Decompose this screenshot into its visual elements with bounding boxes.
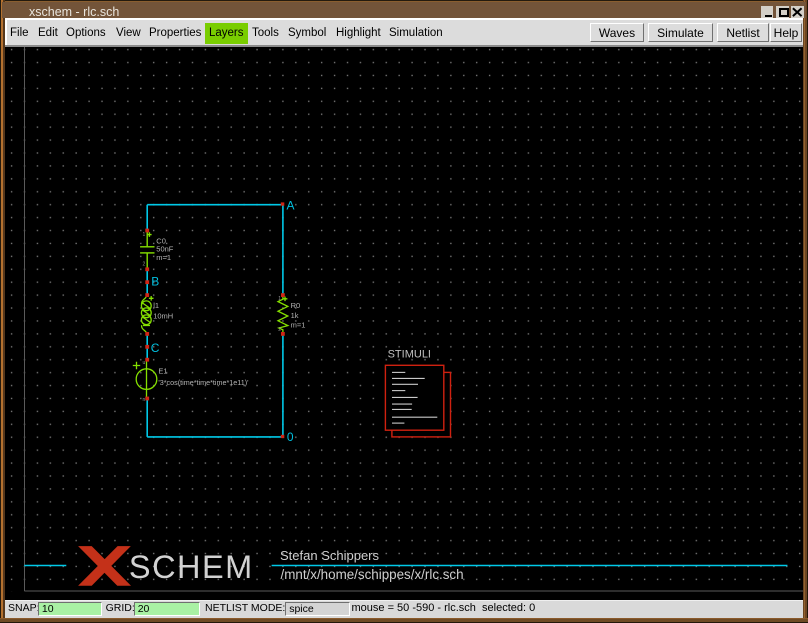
svg-text:1: 1 xyxy=(143,232,146,238)
svg-text:/mnt/x/home/schippes/x/rlc.sch: /mnt/x/home/schippes/x/rlc.sch xyxy=(281,567,464,582)
svg-text:m=1: m=1 xyxy=(291,320,306,329)
svg-text:m=1: m=1 xyxy=(156,253,171,262)
svg-text:1: 1 xyxy=(278,296,281,302)
svg-text:1k: 1k xyxy=(291,311,299,320)
svg-text:l1: l1 xyxy=(153,301,159,310)
svg-text:10mH: 10mH xyxy=(153,311,173,320)
svg-text:E1: E1 xyxy=(158,366,167,375)
svg-text:SCHEM: SCHEM xyxy=(129,549,254,585)
svg-text:Stefan Schippers: Stefan Schippers xyxy=(280,548,380,563)
svg-text:A: A xyxy=(287,198,295,212)
svg-text:u: u xyxy=(143,360,146,366)
svg-text:B: B xyxy=(151,275,159,289)
svg-text:n: n xyxy=(143,397,146,403)
svg-text:STIMULI: STIMULI xyxy=(388,349,431,361)
svg-text:2: 2 xyxy=(143,262,146,268)
svg-text:C: C xyxy=(151,341,160,355)
svg-text:R0: R0 xyxy=(291,301,301,310)
svg-text:0: 0 xyxy=(287,430,294,444)
svg-text:'3*cos(time*time*time*1e11)': '3*cos(time*time*time*1e11)' xyxy=(158,378,249,387)
svg-text:2: 2 xyxy=(278,327,281,333)
